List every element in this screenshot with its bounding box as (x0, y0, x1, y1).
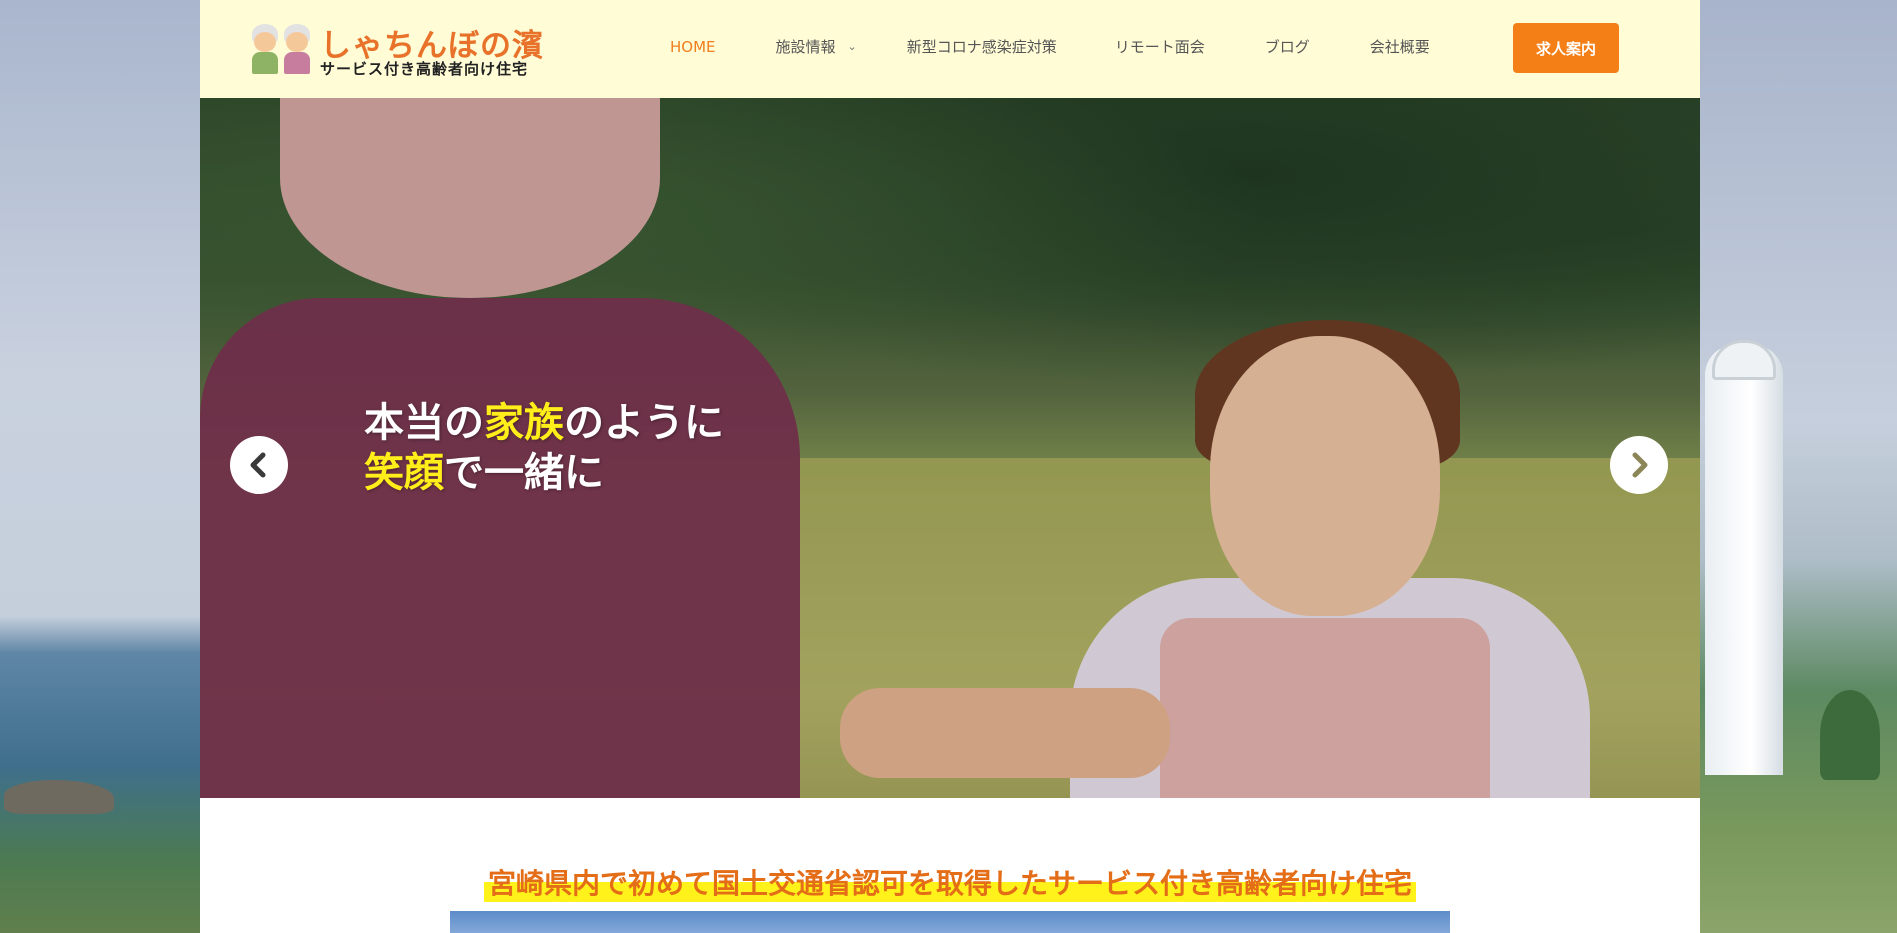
nav-blog[interactable]: ブログ (1265, 36, 1310, 57)
recruit-button[interactable]: 求人案内 (1513, 23, 1619, 73)
nav-remote-visit[interactable]: リモート面会 (1115, 36, 1205, 57)
nav-company-label: 会社概要 (1369, 38, 1430, 56)
nav-facility[interactable]: 施設情報 ⌄ (776, 36, 857, 57)
chevron-down-icon: ⌄ (847, 40, 857, 53)
chevron-right-icon (1632, 452, 1648, 478)
intro-tagline-wrap: 宮崎県内で初めて国土交通省認可を取得したサービス付き高齢者向け住宅 (450, 862, 1450, 902)
hero-caption-line-1: 本当の家族のように (364, 398, 724, 448)
nav-covid-label: 新型コロナ感染症対策 (906, 38, 1057, 56)
hero-slider: 本当の家族のように 笑顔で一緒に (200, 98, 1700, 798)
sea-rock (4, 780, 114, 814)
nav-home[interactable]: HOME (670, 38, 716, 56)
caption-highlight: 笑顔 (364, 450, 444, 496)
caption-highlight: 家族 (484, 400, 564, 446)
intro-tagline: 宮崎県内で初めて国土交通省認可を取得したサービス付き高齢者向け住宅 (483, 862, 1416, 902)
caption-text: のように (564, 400, 724, 446)
palm-tree (1820, 690, 1880, 780)
grandma-icon (282, 24, 312, 74)
chevron-left-icon (250, 452, 266, 478)
intro-photo (450, 911, 1450, 933)
site-logo[interactable]: しゃちんぼの濱 サービス付き高齢者向け住宅 (250, 22, 560, 78)
slider-next-button[interactable] (1610, 436, 1668, 494)
logo-subtitle: サービス付き高齢者向け住宅 (320, 60, 529, 78)
nav-facility-label: 施設情報 (775, 38, 836, 56)
slider-prev-button[interactable] (230, 436, 288, 494)
nav-blog-label: ブログ (1264, 38, 1310, 56)
page-container: しゃちんぼの濱 サービス付き高齢者向け住宅 HOME 施設情報 ⌄ 新型コロナ感染… (200, 0, 1700, 933)
background-scenery-left (0, 0, 200, 933)
hero-caption: 本当の家族のように 笑顔で一緒に (364, 398, 724, 498)
nav-covid[interactable]: 新型コロナ感染症対策 (907, 36, 1057, 57)
elderly-couple-icon (250, 24, 314, 74)
nav-remote-visit-label: リモート面会 (1114, 38, 1205, 56)
caption-text: で一緒に (444, 450, 604, 496)
grandpa-icon (250, 24, 280, 74)
lighthouse-image (1705, 345, 1783, 775)
main-nav: HOME 施設情報 ⌄ 新型コロナ感染症対策 リモート面会 ブログ 会社概要 (670, 36, 1430, 57)
nav-home-label: HOME (670, 37, 716, 56)
caption-text: 本当の (364, 400, 484, 446)
hero-caption-line-2: 笑顔で一緒に (364, 448, 724, 498)
nav-company[interactable]: 会社概要 (1370, 36, 1430, 57)
site-header: しゃちんぼの濱 サービス付き高齢者向け住宅 HOME 施設情報 ⌄ 新型コロナ感染… (200, 0, 1700, 98)
